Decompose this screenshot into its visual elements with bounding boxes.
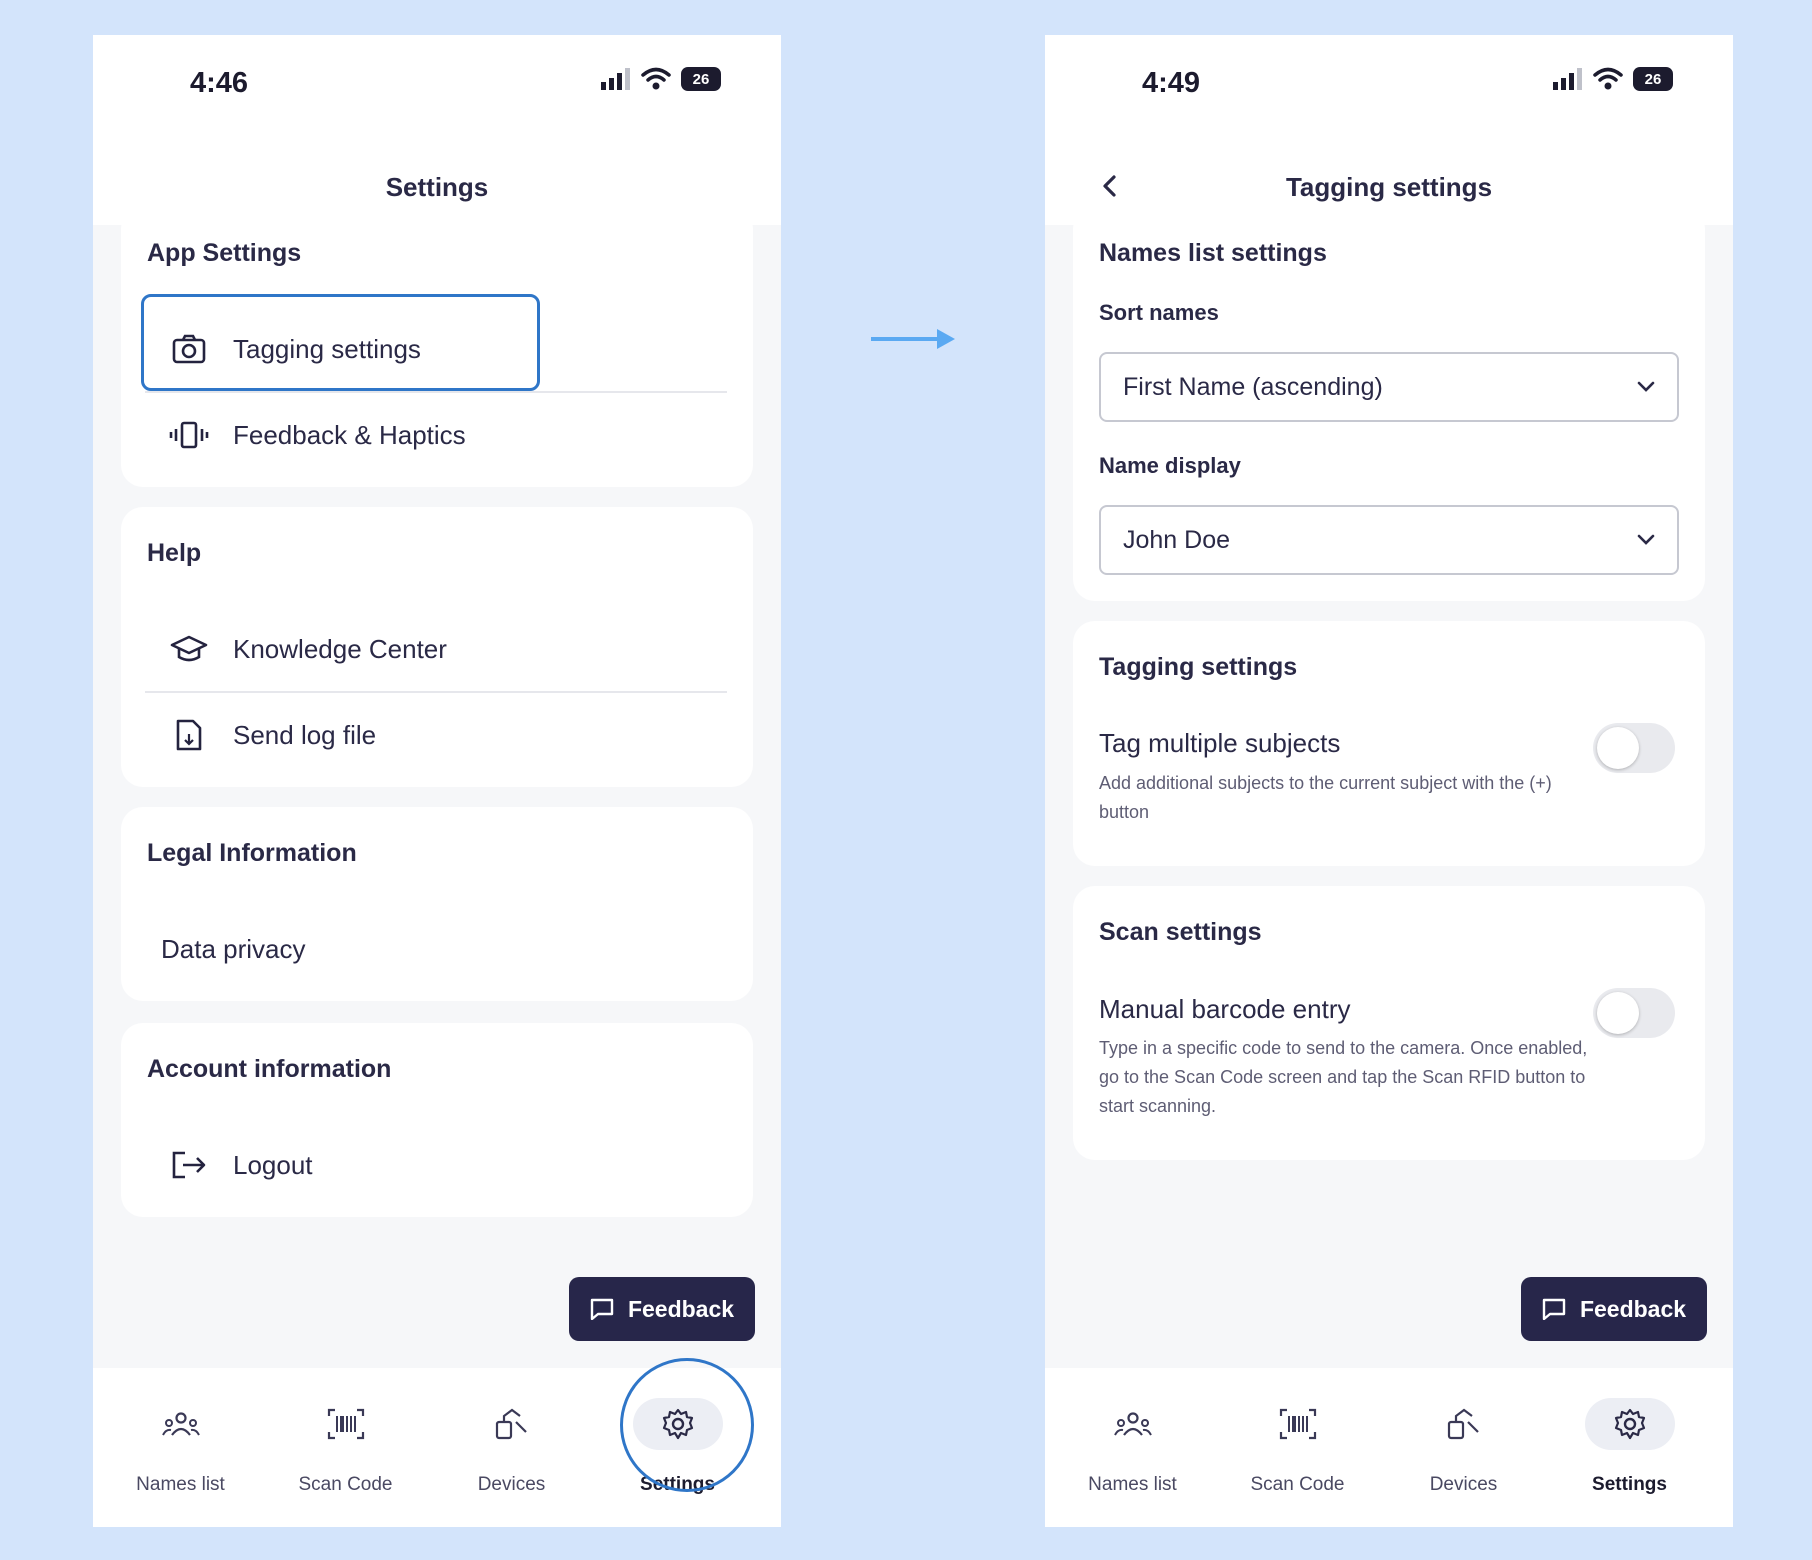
tag-multiple-description: Add additional subjects to the current s…	[1099, 773, 1552, 822]
knowledge-center-item[interactable]: Knowledge Center	[145, 607, 727, 691]
feedback-button-label: Feedback	[627, 1295, 735, 1322]
status-bar: 4:46 26	[93, 35, 781, 115]
sort-names-label: Sort names	[1099, 300, 1219, 325]
section-title: Names list settings	[1099, 239, 1327, 267]
status-time: 4:46	[190, 67, 249, 99]
tag-multiple-label: Tag multiple subjects	[1099, 728, 1341, 758]
knowledge-center-label: Knowledge Center	[233, 633, 447, 664]
wifi-icon	[1593, 67, 1623, 90]
send-log-file-label: Send log file	[233, 719, 377, 750]
tagging-settings-card: Tagging settings Tag multiple subjects A…	[1073, 621, 1705, 866]
section-title: Legal Information	[147, 839, 357, 867]
data-privacy-item[interactable]: Data privacy	[145, 907, 727, 991]
arrow-icon	[871, 329, 955, 349]
chevron-down-icon	[1637, 381, 1655, 392]
section-title: App Settings	[147, 239, 302, 267]
cellular-signal-icon	[1553, 68, 1582, 90]
tab-bar: Names list Scan Code Devices Settings	[1045, 1368, 1733, 1527]
tab-scan-code[interactable]: Scan Code	[263, 1368, 428, 1498]
people-icon	[136, 1398, 226, 1450]
tag-multiple-toggle[interactable]	[1593, 723, 1675, 773]
tab-label: Devices	[477, 1474, 546, 1495]
name-display-value: John Doe	[1123, 525, 1231, 554]
chat-bubble-icon	[590, 1298, 614, 1320]
tab-names-list[interactable]: Names list	[1050, 1368, 1215, 1498]
tab-label: Names list	[1088, 1474, 1177, 1495]
chevron-down-icon	[1637, 534, 1655, 545]
tab-label: Devices	[1429, 1474, 1498, 1495]
toggle-knob	[1597, 992, 1639, 1034]
logout-icon	[169, 1145, 209, 1185]
account-card: Account information Logout	[121, 1023, 753, 1217]
cellular-signal-icon	[601, 68, 630, 90]
manual-barcode-label: Manual barcode entry	[1099, 994, 1351, 1024]
wifi-icon	[641, 67, 671, 90]
feedback-haptics-label: Feedback & Haptics	[233, 419, 466, 450]
manual-barcode-description: Type in a specific code to send to the c…	[1099, 1038, 1588, 1116]
help-card: Help Knowledge Center Send log file	[121, 507, 753, 787]
tagging-settings-screen: 4:49 26 Tagging settings Names list sett…	[1045, 35, 1733, 1527]
toggle-knob	[1597, 727, 1639, 769]
scan-settings-card: Scan settings Manual barcode entry Type …	[1073, 886, 1705, 1160]
name-display-label: Name display	[1099, 453, 1241, 478]
name-display-select[interactable]: John Doe	[1099, 505, 1679, 575]
feedback-button[interactable]: Feedback	[569, 1277, 755, 1341]
battery-icon: 26	[1633, 67, 1673, 91]
tab-label: Settings	[1592, 1474, 1667, 1495]
devices-icon	[467, 1398, 557, 1450]
settings-tab-highlight	[620, 1358, 754, 1492]
status-bar: 4:49 26	[1045, 35, 1733, 115]
page-title: Tagging settings	[1285, 172, 1493, 202]
sort-names-value: First Name (ascending)	[1123, 372, 1383, 401]
people-icon	[1088, 1398, 1178, 1450]
send-log-file-item[interactable]: Send log file	[145, 693, 727, 777]
sort-names-select[interactable]: First Name (ascending)	[1099, 352, 1679, 422]
tab-devices[interactable]: Devices	[1381, 1368, 1546, 1498]
settings-screen: 4:46 26 Settings App Settings Tagging se…	[93, 35, 781, 1527]
feedback-button[interactable]: Feedback	[1521, 1277, 1707, 1341]
data-privacy-label: Data privacy	[161, 933, 306, 964]
tab-settings[interactable]: Settings	[1547, 1368, 1712, 1498]
graduation-cap-icon	[169, 629, 209, 669]
logout-item[interactable]: Logout	[145, 1123, 727, 1207]
tab-devices[interactable]: Devices	[429, 1368, 594, 1498]
tab-scan-code[interactable]: Scan Code	[1215, 1368, 1380, 1498]
section-title: Scan settings	[1099, 918, 1262, 946]
feedback-haptics-item[interactable]: Feedback & Haptics	[145, 393, 727, 477]
gear-icon	[1584, 1398, 1675, 1450]
tab-label: Scan Code	[1250, 1474, 1345, 1495]
barcode-icon	[1253, 1398, 1343, 1450]
logout-label: Logout	[233, 1149, 313, 1180]
chat-bubble-icon	[1542, 1298, 1566, 1320]
tagging-settings-highlight	[141, 294, 540, 391]
legal-card: Legal Information Data privacy	[121, 807, 753, 1001]
manual-barcode-toggle[interactable]	[1593, 988, 1675, 1038]
tab-names-list[interactable]: Names list	[98, 1368, 263, 1498]
vibration-icon	[169, 415, 209, 455]
names-list-settings-card: Names list settings Sort names First Nam…	[1073, 207, 1705, 601]
section-title: Account information	[147, 1055, 392, 1083]
tab-label: Scan Code	[298, 1474, 393, 1495]
section-title: Help	[147, 539, 202, 567]
devices-icon	[1419, 1398, 1509, 1450]
feedback-button-label: Feedback	[1579, 1295, 1687, 1322]
tab-label: Names list	[136, 1474, 225, 1495]
section-title: Tagging settings	[1099, 653, 1298, 681]
page-title: Settings	[385, 172, 489, 202]
file-icon	[169, 715, 209, 755]
status-time: 4:49	[1142, 67, 1201, 99]
barcode-icon	[301, 1398, 391, 1450]
battery-icon: 26	[681, 67, 721, 91]
